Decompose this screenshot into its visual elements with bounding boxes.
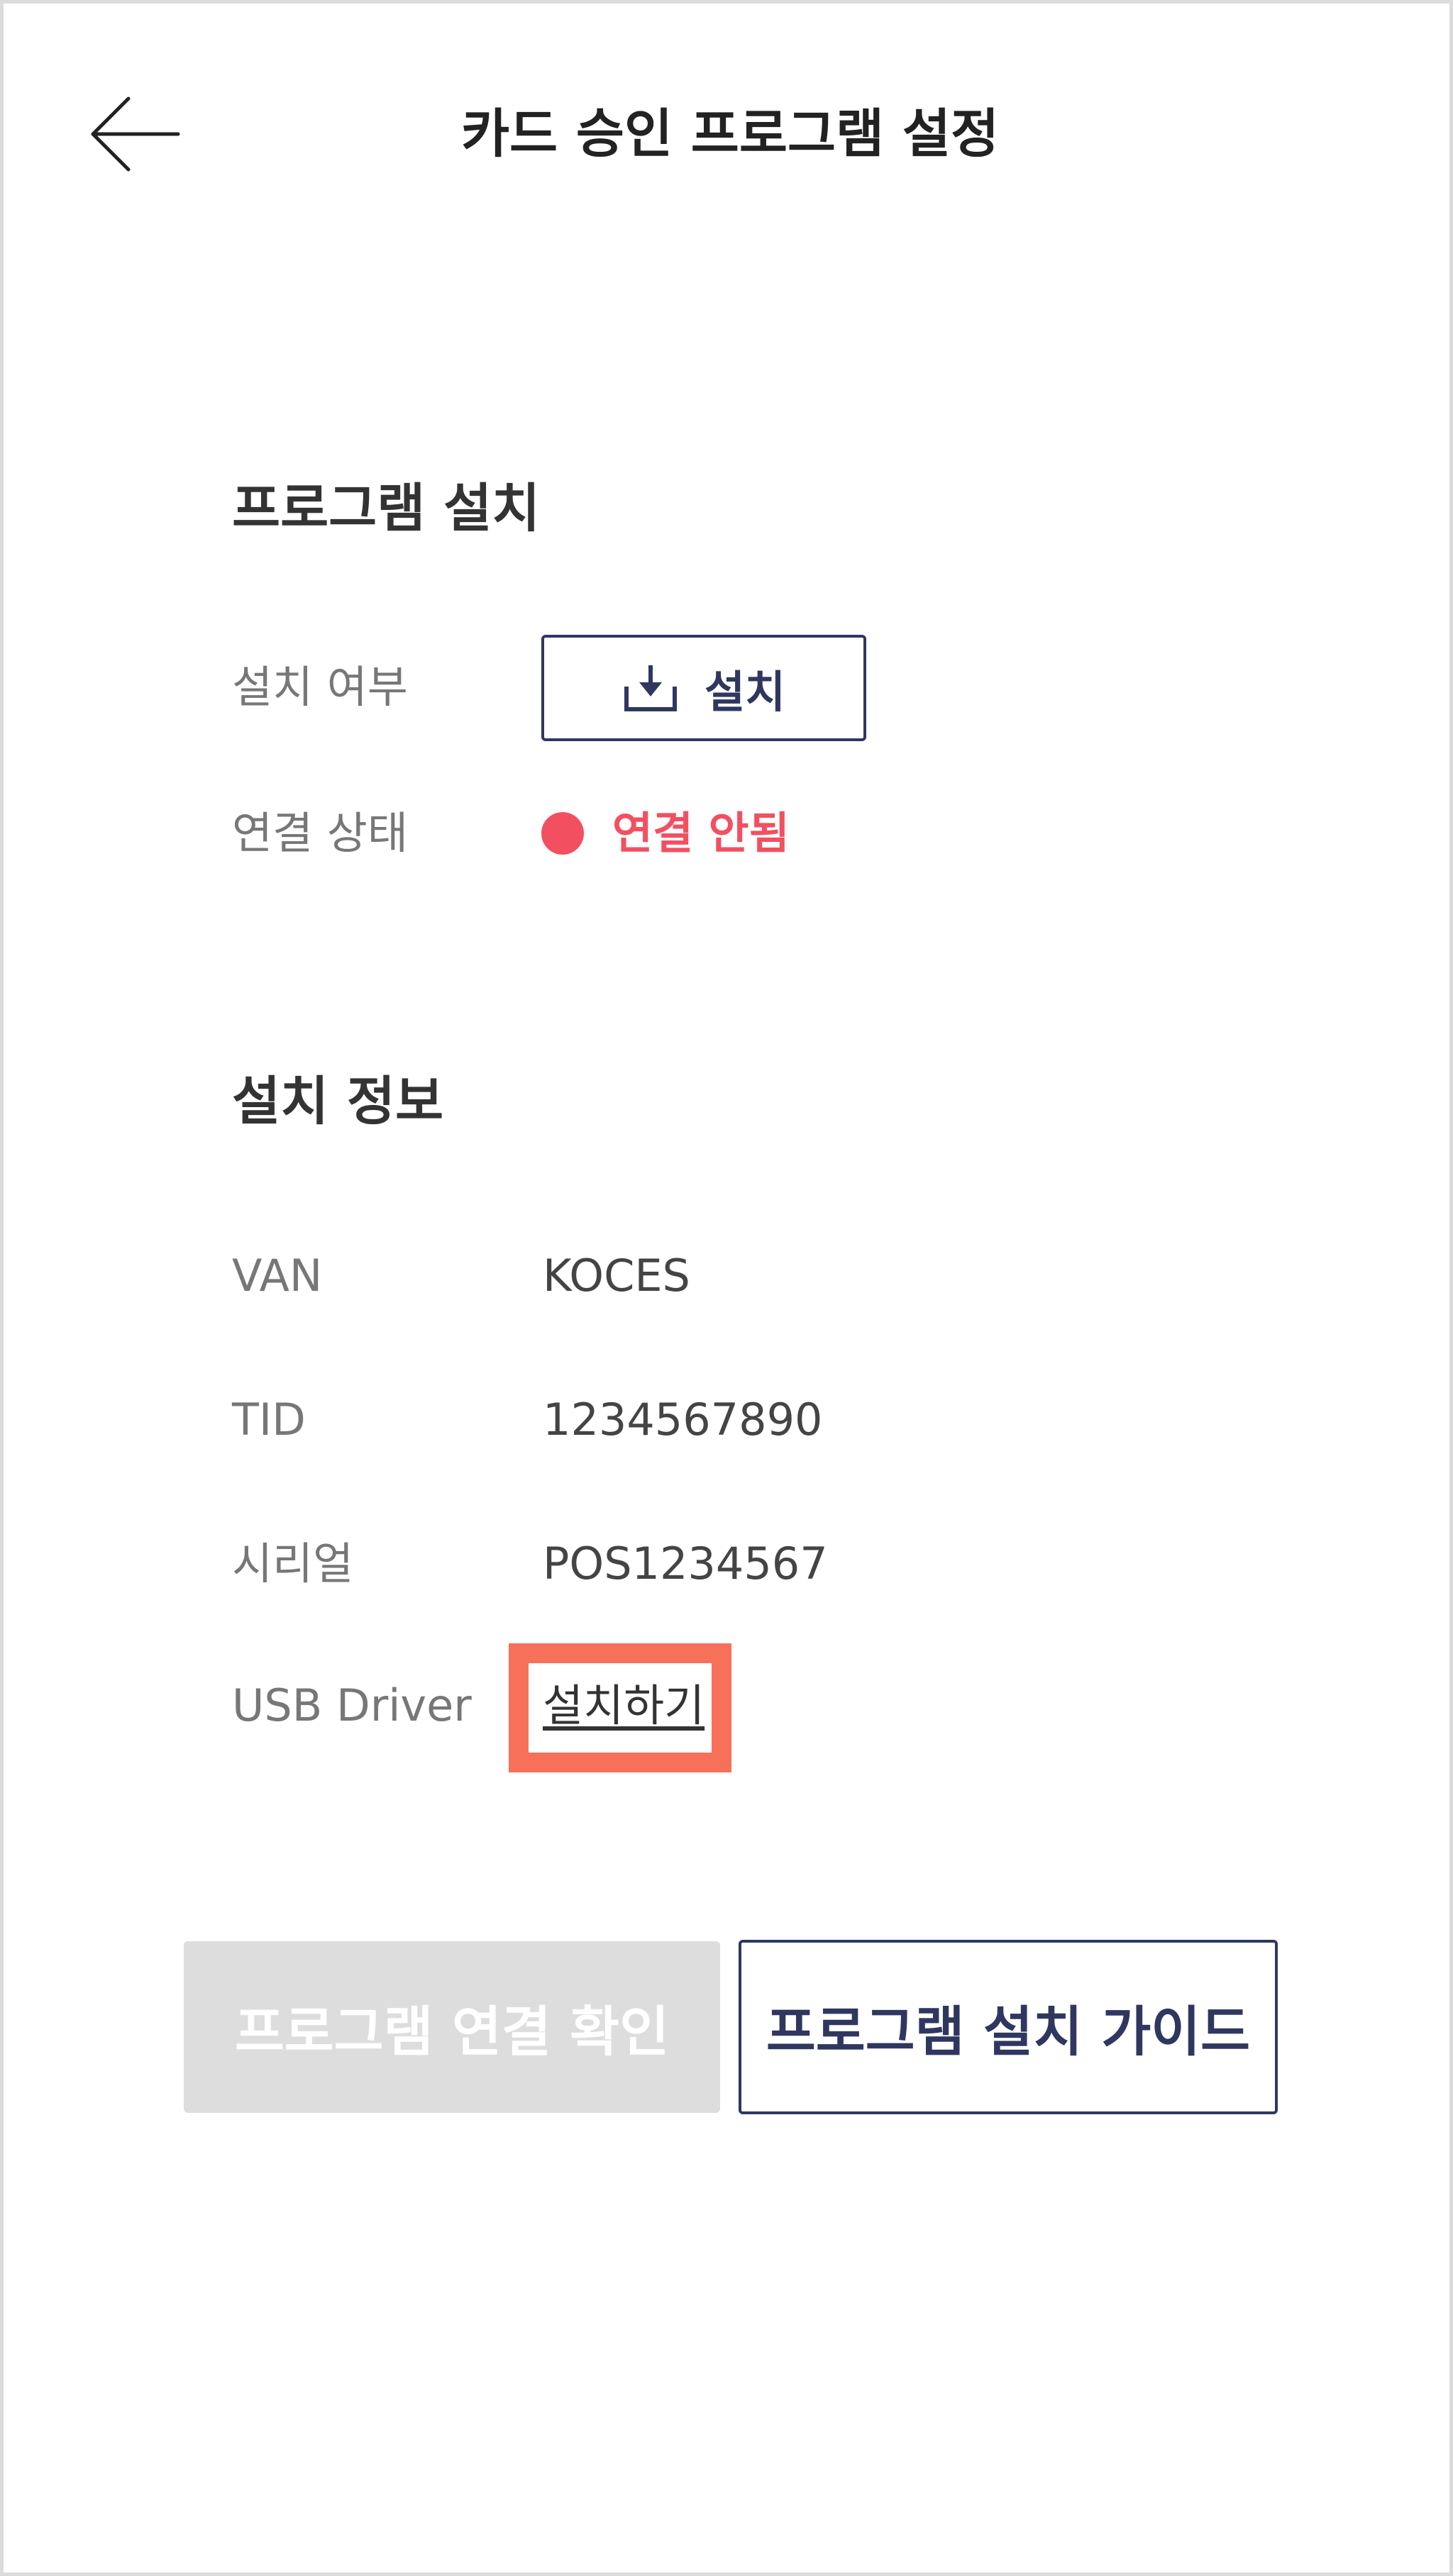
connection-status-label: 연결 상태 — [232, 807, 408, 859]
connection-status-value: 연결 안됨 — [612, 807, 790, 859]
info-value-tid: 1234567890 — [543, 1394, 823, 1445]
info-label-van: VAN — [232, 1250, 323, 1301]
usb-driver-install-link[interactable]: 설치하기 — [543, 1676, 705, 1736]
install-status-label: 설치 여부 — [232, 661, 408, 713]
info-label-tid: TID — [232, 1394, 306, 1445]
info-label-serial: 시리얼 — [232, 1538, 354, 1589]
section-title-info: 설치 정보 — [232, 1071, 444, 1132]
install-button-label: 설치 — [704, 666, 786, 718]
info-value-serial: POS1234567 — [543, 1538, 828, 1589]
status-dot-icon — [541, 812, 584, 855]
section-title-install: 프로그램 설치 — [232, 478, 541, 539]
page-title: 카드 승인 프로그램 설정 — [460, 104, 1000, 165]
program-install-guide-button[interactable]: 프로그램 설치 가이드 — [739, 1940, 1278, 2114]
program-connection-check-button[interactable]: 프로그램 연결 확인 — [184, 1941, 720, 2113]
download-icon — [624, 665, 677, 711]
info-value-van: KOCES — [543, 1250, 690, 1301]
app-frame: 카드 승인 프로그램 설정 프로그램 설치 설치 여부 설치 연결 상태 연결 … — [0, 0, 1453, 2576]
install-button[interactable]: 설치 — [541, 635, 866, 741]
usb-driver-label: USB Driver — [232, 1680, 472, 1731]
